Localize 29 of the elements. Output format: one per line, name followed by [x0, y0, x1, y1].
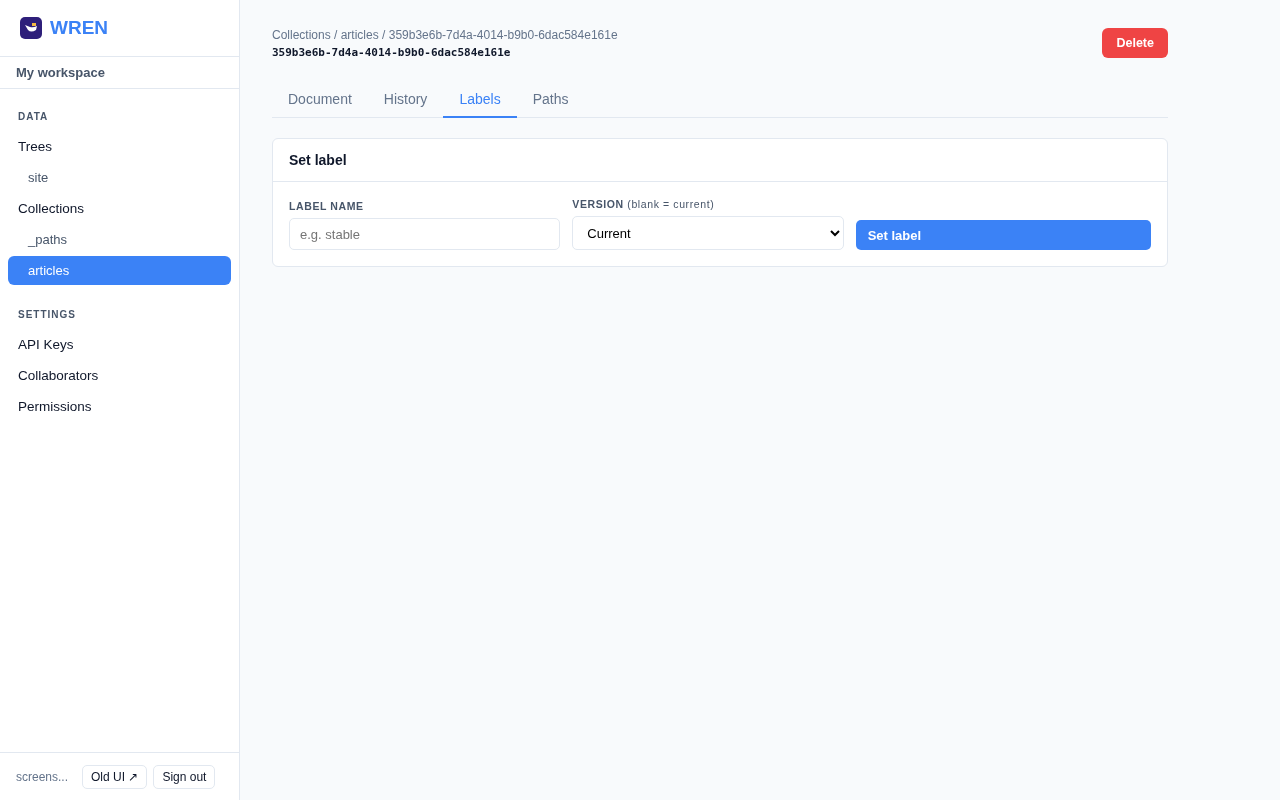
sidebar-item[interactable]: Collections: [8, 194, 231, 223]
set-label-button[interactable]: Set label: [855, 220, 1151, 250]
sidebar-item[interactable]: _paths: [8, 225, 231, 254]
version-select[interactable]: Current: [572, 216, 844, 250]
section-heading: DATA: [17, 110, 50, 124]
sidebar-item[interactable]: articles: [8, 256, 231, 285]
card-title: Set label: [273, 139, 1167, 182]
bird-logo-icon: [20, 17, 42, 39]
footer-button[interactable]: Old UI ↗: [82, 764, 148, 789]
brand-name: WREN: [50, 17, 109, 39]
field-label: LABEL NAME: [289, 200, 365, 212]
breadcrumb: Collections / articles / 359b3e6b-7d4a-4014-b9b0-6dac584e161e: [272, 28, 618, 42]
sidebar-item[interactable]: site: [8, 163, 231, 192]
delete-button[interactable]: Delete: [1102, 28, 1168, 58]
workspace-name[interactable]: My workspace: [0, 57, 239, 89]
field-label: VERSION (blank = current): [572, 198, 716, 210]
document-id: 359b3e6b-7d4a-4014-b9b0-6dac584e161e: [272, 46, 512, 59]
sidebar-item[interactable]: Collaborators: [8, 361, 231, 390]
tab[interactable]: History: [367, 83, 444, 118]
footer-button[interactable]: Sign out: [153, 764, 216, 789]
sidebar-item[interactable]: Trees: [8, 132, 231, 161]
label-name-input[interactable]: e.g. stable: [289, 218, 561, 250]
section-heading: SETTINGS: [17, 308, 77, 322]
sidebar-item[interactable]: Permissions: [8, 392, 231, 421]
tab[interactable]: Paths: [516, 83, 585, 118]
tab[interactable]: Labels: [443, 83, 517, 118]
tab[interactable]: Document: [272, 83, 368, 118]
user-name: screens...: [16, 769, 69, 784]
sidebar-item[interactable]: API Keys: [8, 330, 231, 359]
